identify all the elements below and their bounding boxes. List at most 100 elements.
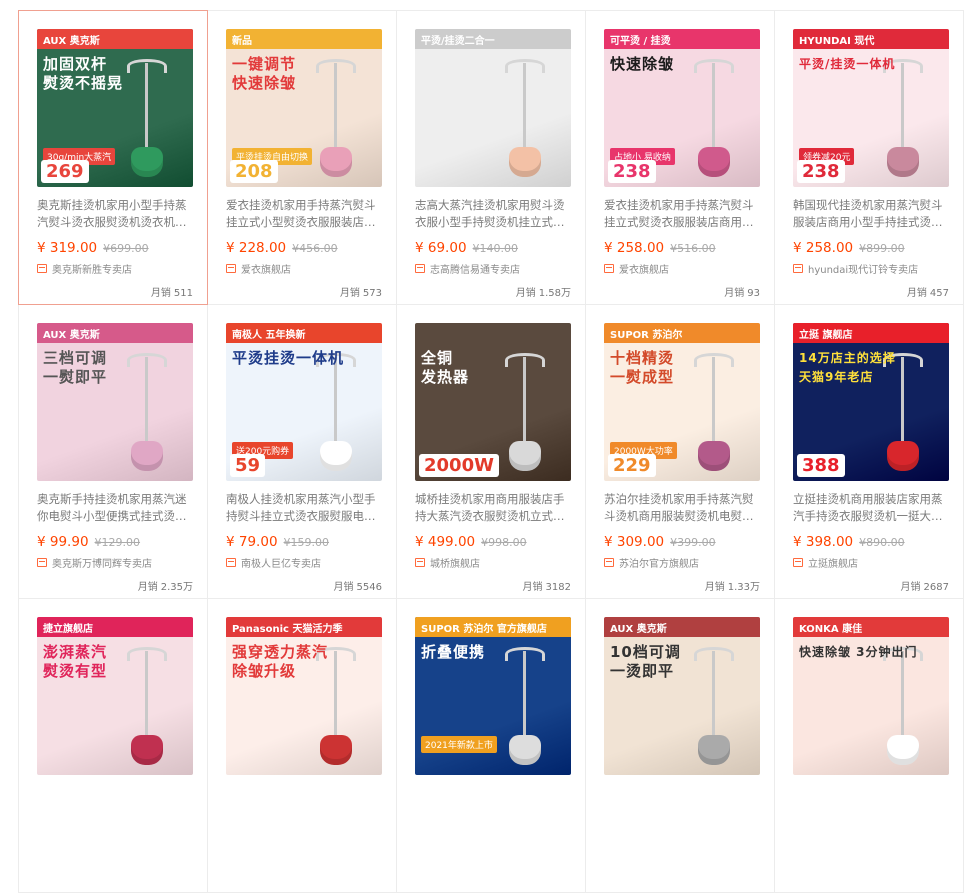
product-title[interactable] — [37, 785, 193, 819]
sales-count: 511 — [173, 288, 193, 299]
product-card[interactable]: AUX 奥克斯 三档可调 一熨即平 奥克斯手持挂烫机家用蒸汽迷你电熨斗小型便携式… — [18, 304, 208, 599]
hanger-icon — [505, 353, 545, 367]
shop-icon — [226, 558, 236, 567]
product-card[interactable]: 南极人 五年换新 平烫挂烫一体机 送200元购券 59 南极人挂烫机家用蒸汽小型… — [207, 304, 397, 599]
hanger-icon — [694, 353, 734, 367]
image-tag: 2021年新款上市 — [421, 736, 497, 753]
product-image-background — [793, 617, 949, 775]
original-price: ¥129.00 — [94, 536, 141, 549]
shop-name: 立挺旗舰店 — [808, 559, 858, 570]
product-card[interactable]: 可平烫 / 挂烫 快速除皱 占地小 易收纳 238 爱衣挂烫机家用手持蒸汽熨斗挂… — [585, 10, 775, 305]
product-image[interactable]: Panasonic 天猫活力季 强穿透力蒸汽 除皱升级 — [226, 617, 382, 775]
shop-link[interactable]: 城桥旗舰店 — [415, 555, 480, 570]
shop-link[interactable]: 奥克斯万博同辉专卖店 — [37, 555, 152, 570]
product-image[interactable]: 立挺 旗舰店 14万店主的选择 天猫9年老店 388 — [793, 323, 949, 481]
image-banner-text: KONKA 康佳 — [793, 617, 949, 637]
shop-link[interactable]: 爱衣旗舰店 — [604, 261, 669, 276]
product-card[interactable]: 平烫/挂烫二合一 志高大蒸汽挂烫机家用熨斗烫衣服小型手持熨烫机挂立式电… ¥ 6… — [396, 10, 586, 305]
product-image[interactable]: 全铜 发热器 2000W — [415, 323, 571, 481]
product-title[interactable]: 爱衣挂烫机家用手持蒸汽熨斗挂立式熨烫衣服服装店商用… — [604, 197, 760, 231]
sales-count: 1.33万 — [727, 582, 760, 593]
steamer-tank-icon — [320, 735, 352, 765]
product-card[interactable]: SUPOR 苏泊尔 官方旗舰店 折叠便携 2021年新款上市 — [396, 598, 586, 893]
image-price-tag: 229 — [608, 454, 656, 477]
image-headline: 平烫挂烫一体机 — [232, 349, 345, 367]
price-row: ¥ 319.00 ¥699.00 — [37, 237, 149, 256]
sales-count: 2.35万 — [160, 582, 193, 593]
product-image[interactable]: 捷立旗舰店 澎湃蒸汽 熨烫有型 — [37, 617, 193, 775]
image-banner-text: 新品 — [226, 29, 382, 49]
product-title[interactable]: 志高大蒸汽挂烫机家用熨斗烫衣服小型手持熨烫机挂立式电… — [415, 197, 571, 231]
original-price: ¥456.00 — [292, 242, 338, 255]
product-card[interactable]: Panasonic 天猫活力季 强穿透力蒸汽 除皱升级 — [207, 598, 397, 893]
product-image[interactable]: SUPOR 苏泊尔 官方旗舰店 折叠便携 2021年新款上市 — [415, 617, 571, 775]
image-banner-text: SUPOR 苏泊尔 官方旗舰店 — [415, 617, 571, 637]
product-image[interactable]: HYUNDAI 现代 平烫/挂烫一体机 领券减20元 238 — [793, 29, 949, 187]
shop-name: 城桥旗舰店 — [430, 559, 480, 570]
product-image[interactable]: SUPOR 苏泊尔 十档精烫 一熨成型 2000W大功率 229 — [604, 323, 760, 481]
shop-icon — [37, 264, 47, 273]
steamer-pole-icon — [523, 357, 526, 453]
steamer-pole-icon — [523, 651, 526, 747]
product-image[interactable]: 可平烫 / 挂烫 快速除皱 占地小 易收纳 238 — [604, 29, 760, 187]
product-card[interactable]: AUX 奥克斯 10档可调 一烫即平 — [585, 598, 775, 893]
product-card[interactable]: KONKA 康佳 快速除皱 3分钟出门 — [774, 598, 964, 893]
product-title[interactable] — [793, 785, 949, 819]
product-title[interactable]: 爱衣挂烫机家用手持蒸汽熨斗挂立式小型熨烫衣服服装店商… — [226, 197, 382, 231]
shop-link[interactable]: 南极人巨亿专卖店 — [226, 555, 321, 570]
product-image[interactable]: 平烫/挂烫二合一 — [415, 29, 571, 187]
steamer-tank-icon — [887, 735, 919, 765]
shop-icon — [793, 264, 803, 273]
shop-link[interactable]: 志高腾信易通专卖店 — [415, 261, 520, 276]
hanger-icon — [694, 59, 734, 73]
original-price: ¥899.00 — [859, 242, 905, 255]
price-row: ¥ 69.00 ¥140.00 — [415, 237, 518, 256]
shop-link[interactable]: 立挺旗舰店 — [793, 555, 858, 570]
image-headline: 强穿透力蒸汽 除皱升级 — [232, 643, 329, 680]
shop-link[interactable]: 爱衣旗舰店 — [226, 261, 291, 276]
steamer-pole-icon — [712, 651, 715, 747]
product-image[interactable]: AUX 奥克斯 10档可调 一烫即平 — [604, 617, 760, 775]
steamer-tank-icon — [320, 441, 352, 471]
steamer-tank-icon — [131, 735, 163, 765]
product-title[interactable]: 城桥挂烫机家用商用服装店手持大蒸汽烫衣服熨烫机立式大… — [415, 491, 571, 525]
product-image[interactable]: AUX 奥克斯 加固双杆 熨烫不摇晃 30g/min大蒸汽 269 — [37, 29, 193, 187]
sales-count: 573 — [362, 288, 382, 299]
image-price-tag: 238 — [608, 160, 656, 183]
current-price: ¥ 309.00 — [604, 534, 665, 550]
product-image[interactable]: KONKA 康佳 快速除皱 3分钟出门 — [793, 617, 949, 775]
product-card[interactable]: 新品 一键调节 快速除皱 平烫挂烫自由切换 208 爱衣挂烫机家用手持蒸汽熨斗挂… — [207, 10, 397, 305]
steamer-tank-icon — [509, 441, 541, 471]
product-title[interactable] — [415, 785, 571, 819]
product-image[interactable]: 新品 一键调节 快速除皱 平烫挂烫自由切换 208 — [226, 29, 382, 187]
product-title[interactable]: 立挺挂烫机商用服装店家用蒸汽手持烫衣服熨烫机一挺大功… — [793, 491, 949, 525]
image-headline: 十档精烫 一熨成型 — [610, 349, 675, 386]
image-banner-text: AUX 奥克斯 — [37, 323, 193, 343]
product-title[interactable] — [604, 785, 760, 819]
product-title[interactable]: 奥克斯手持挂烫机家用蒸汽迷你电熨斗小型便携式挂式烫衣… — [37, 491, 193, 525]
product-image[interactable]: 南极人 五年换新 平烫挂烫一体机 送200元购券 59 — [226, 323, 382, 481]
steamer-tank-icon — [887, 441, 919, 471]
shop-link[interactable]: 奥克斯新胜专卖店 — [37, 261, 132, 276]
product-card[interactable]: SUPOR 苏泊尔 十档精烫 一熨成型 2000W大功率 229 苏泊尔挂烫机家… — [585, 304, 775, 599]
shop-link[interactable]: 苏泊尔官方旗舰店 — [604, 555, 699, 570]
steamer-tank-icon — [698, 735, 730, 765]
product-title[interactable]: 韩国现代挂烫机家用蒸汽熨斗服装店商用小型手持挂式烫衣… — [793, 197, 949, 231]
product-card[interactable]: 立挺 旗舰店 14万店主的选择 天猫9年老店 388 立挺挂烫机商用服装店家用蒸… — [774, 304, 964, 599]
current-price: ¥ 258.00 — [793, 240, 854, 256]
product-title[interactable] — [226, 785, 382, 819]
shop-link[interactable]: hyundai现代订铃专卖店 — [793, 261, 918, 276]
product-title[interactable]: 南极人挂烫机家用蒸汽小型手持熨斗挂立式烫衣服熨服电… — [226, 491, 382, 525]
original-price: ¥399.00 — [670, 536, 716, 549]
product-card[interactable]: AUX 奥克斯 加固双杆 熨烫不摇晃 30g/min大蒸汽 269 奥克斯挂烫机… — [18, 10, 208, 305]
current-price: ¥ 69.00 — [415, 240, 467, 256]
steamer-tank-icon — [320, 147, 352, 177]
product-card[interactable]: 全铜 发热器 2000W 城桥挂烫机家用商用服装店手持大蒸汽烫衣服熨烫机立式大…… — [396, 304, 586, 599]
image-headline: 平烫/挂烫一体机 — [799, 57, 896, 71]
product-title[interactable]: 奥克斯挂烫机家用小型手持蒸汽熨斗烫衣服熨烫机烫衣机电… — [37, 197, 193, 231]
sales-label: 月销 — [515, 288, 536, 299]
product-image[interactable]: AUX 奥克斯 三档可调 一熨即平 — [37, 323, 193, 481]
product-card[interactable]: HYUNDAI 现代 平烫/挂烫一体机 领券减20元 238 韩国现代挂烫机家用… — [774, 10, 964, 305]
product-card[interactable]: 捷立旗舰店 澎湃蒸汽 熨烫有型 — [18, 598, 208, 893]
product-title[interactable]: 苏泊尔挂烫机家用手持蒸汽熨斗烫机商用服装熨烫机电熨斗… — [604, 491, 760, 525]
